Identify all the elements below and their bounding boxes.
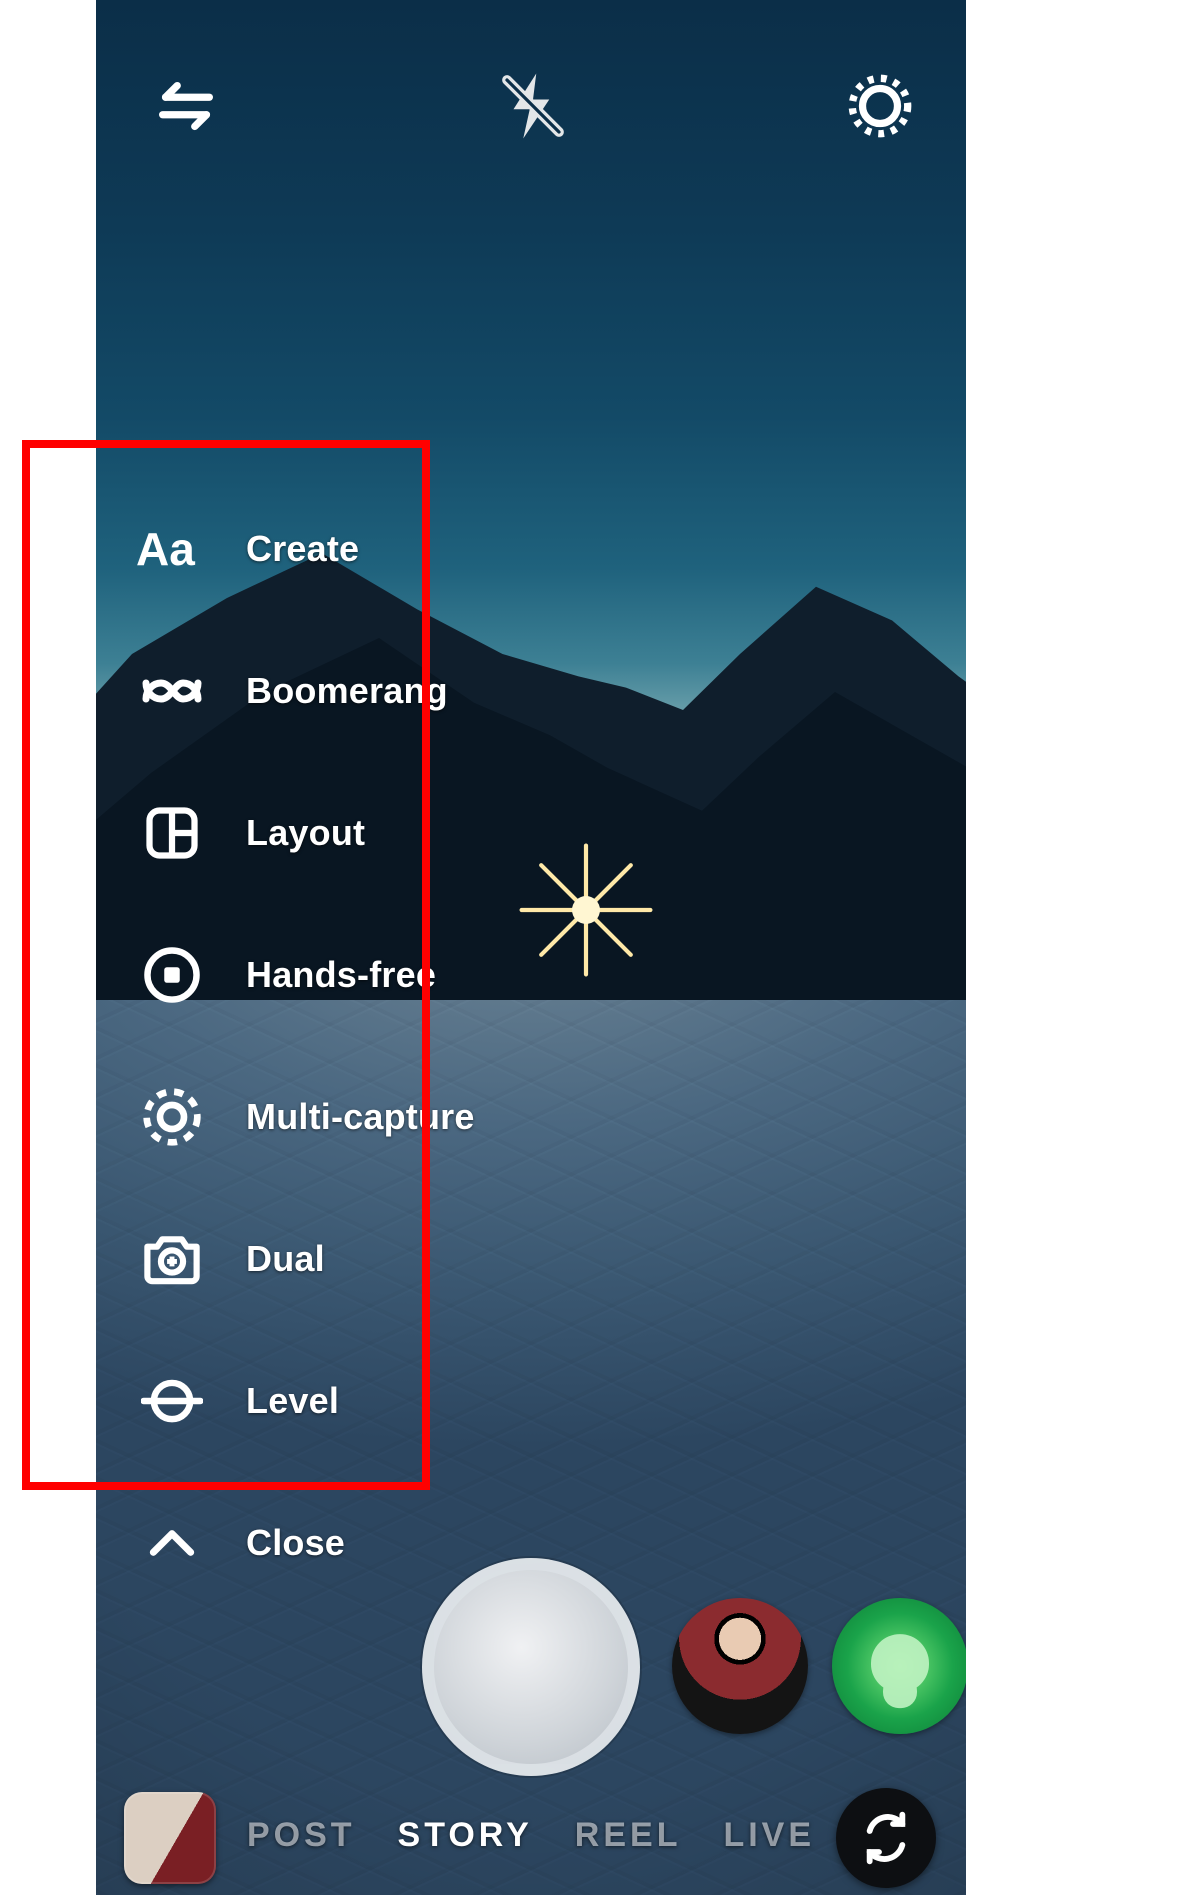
top-toolbar [96,58,966,154]
mode-post[interactable]: POST [247,1816,356,1855]
tool-boomerang[interactable]: Boomerang [136,620,496,762]
effect-preset-2[interactable] [832,1598,966,1734]
tool-hands-free[interactable]: Hands-free [136,904,496,1046]
tool-label: Hands-free [246,954,436,996]
flip-camera-button[interactable] [836,1788,936,1888]
infinity-icon [136,655,208,727]
tool-multi-capture[interactable]: Multi-capture [136,1046,496,1188]
camera-plus-icon [136,1223,208,1295]
switch-camera-icon[interactable] [144,64,228,148]
flash-off-icon[interactable] [491,64,575,148]
mode-live[interactable]: LIVE [723,1816,815,1855]
tool-label: Multi-capture [246,1096,475,1138]
tool-label: Boomerang [246,670,448,712]
tools-close-label: Close [246,1522,345,1564]
text-aa-icon: Aa [136,513,208,585]
shutter-button[interactable] [422,1558,640,1776]
mode-story[interactable]: STORY [398,1816,533,1855]
chevron-up-icon [136,1507,208,1579]
tools-close[interactable]: Close [136,1472,496,1614]
tools-menu: Aa Create Boomerang [136,478,496,1614]
tool-label: Create [246,528,359,570]
svg-text:Aa: Aa [136,523,195,575]
record-dot-icon [136,939,208,1011]
level-line-icon [136,1365,208,1437]
tool-label: Level [246,1380,339,1422]
tool-label: Dual [246,1238,325,1280]
camera-viewfinder: Aa Create Boomerang [96,0,966,1895]
tool-layout[interactable]: Layout [136,762,496,904]
gallery-thumbnail[interactable] [124,1792,216,1884]
effect-preset-1[interactable] [672,1598,808,1734]
tool-level[interactable]: Level [136,1330,496,1472]
settings-icon[interactable] [838,64,922,148]
tool-label: Layout [246,812,365,854]
tool-create[interactable]: Aa Create [136,478,496,620]
tool-dual[interactable]: Dual [136,1188,496,1330]
dashed-circle-icon [136,1081,208,1153]
layout-grid-icon [136,797,208,869]
mode-reel[interactable]: REEL [575,1816,682,1855]
